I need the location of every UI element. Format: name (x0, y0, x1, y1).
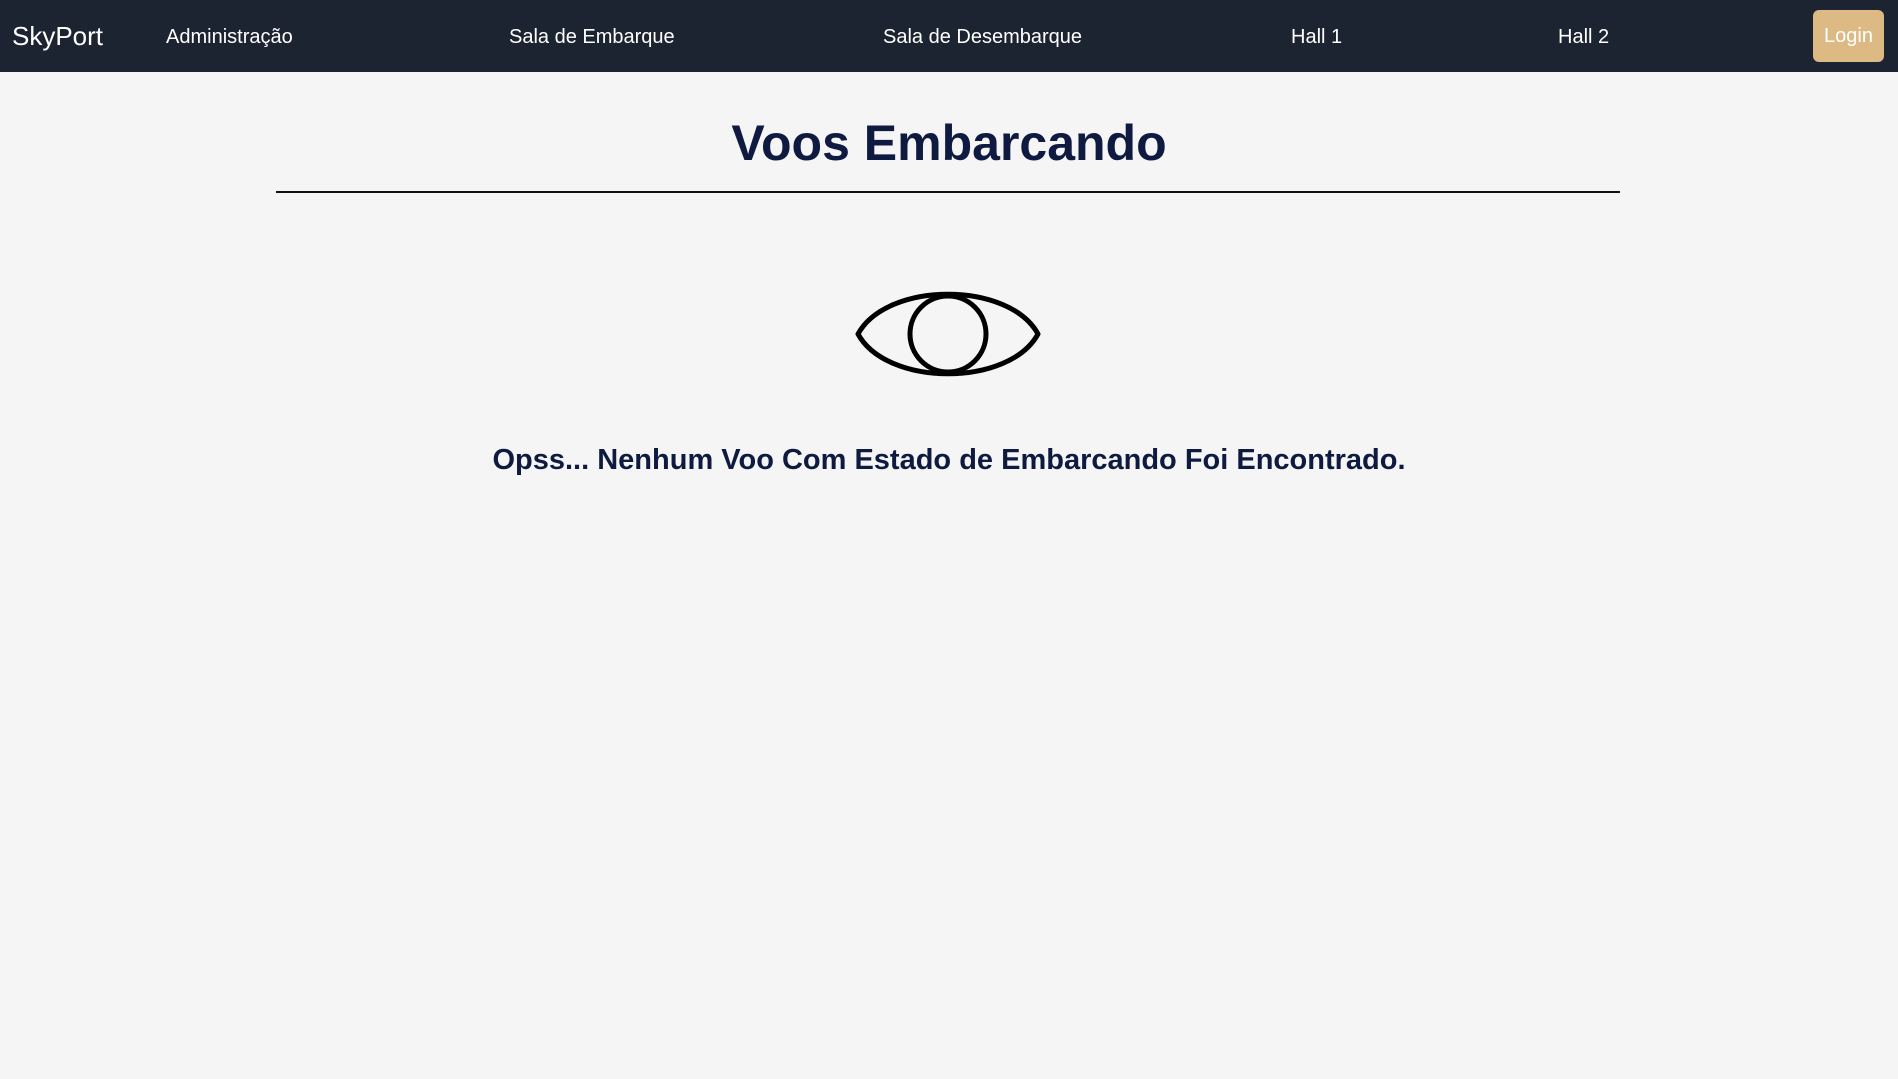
title-divider (276, 191, 1620, 193)
empty-state-message: Opss... Nenhum Voo Com Estado de Embarca… (492, 444, 1406, 476)
eye-icon (855, 273, 1041, 395)
nav-link-sala-de-embarque[interactable]: Sala de Embarque (509, 0, 675, 72)
brand-logo-link[interactable]: SkyPort (12, 0, 103, 72)
top-navbar: SkyPort Administração Sala de Embarque S… (0, 0, 1898, 72)
login-button[interactable]: Login (1813, 10, 1884, 62)
eye-icon-graphic (855, 291, 1041, 377)
nav-link-hall-2[interactable]: Hall 2 (1558, 0, 1609, 72)
page-title: Voos Embarcando (731, 115, 1167, 171)
nav-link-hall-1[interactable]: Hall 1 (1291, 0, 1342, 72)
nav-link-administracao[interactable]: Administração (166, 0, 293, 72)
nav-link-sala-de-desembarque[interactable]: Sala de Desembarque (883, 0, 1082, 72)
